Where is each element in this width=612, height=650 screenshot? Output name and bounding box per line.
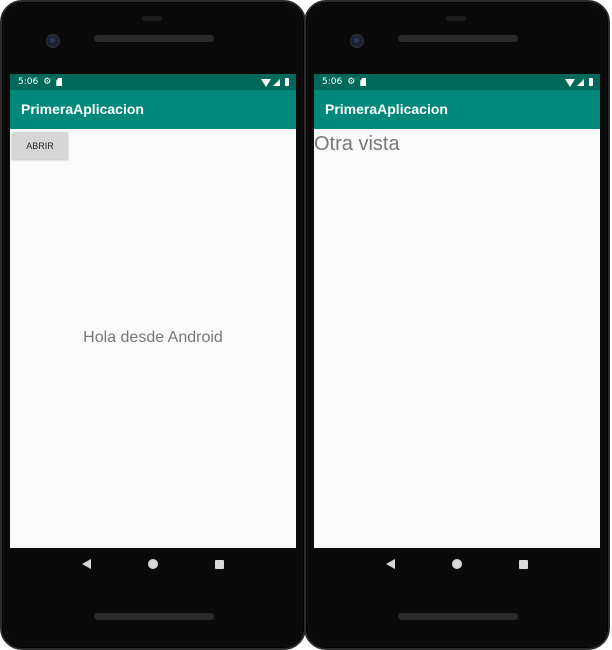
speaker-top xyxy=(398,35,518,42)
sd-card-icon xyxy=(56,78,63,86)
abrir-button[interactable]: ABRIR xyxy=(12,132,68,159)
camera-icon xyxy=(350,34,364,48)
screen: 5:06 ⚙ PrimeraAplicacion ABRIR Hola desd… xyxy=(10,74,296,548)
main-content: ABRIR Hola desde Android xyxy=(10,129,296,548)
app-bar-title: PrimeraAplicacion xyxy=(10,90,296,129)
status-time: 5:06 xyxy=(18,77,39,87)
app-bar-title: PrimeraAplicacion xyxy=(314,90,600,129)
screen: 5:06 ⚙ PrimeraAplicacion Otra vista xyxy=(314,74,600,548)
phone-right: 5:06 ⚙ PrimeraAplicacion Otra vista xyxy=(304,0,610,650)
back-icon[interactable] xyxy=(386,559,396,569)
home-icon[interactable] xyxy=(147,559,158,569)
speaker-bottom xyxy=(398,613,518,620)
home-icon[interactable] xyxy=(451,559,462,569)
recents-icon[interactable] xyxy=(518,559,528,569)
status-bar: 5:06 ⚙ xyxy=(10,74,296,90)
sd-card-icon xyxy=(360,78,367,86)
sensor xyxy=(446,16,466,21)
nav-bar xyxy=(314,548,600,580)
phone-left: 5:06 ⚙ PrimeraAplicacion ABRIR Hola desd… xyxy=(0,0,306,650)
camera-icon xyxy=(46,34,60,48)
speaker-top xyxy=(94,35,214,42)
signal-icon xyxy=(577,78,584,86)
speaker-bottom xyxy=(94,613,214,620)
otra-vista-text: Otra vista xyxy=(314,133,400,155)
battery-icon xyxy=(589,78,593,86)
gear-icon: ⚙ xyxy=(43,77,52,87)
back-icon[interactable] xyxy=(82,559,92,569)
signal-icon xyxy=(273,78,280,86)
status-time: 5:06 xyxy=(322,77,343,87)
status-bar: 5:06 ⚙ xyxy=(314,74,600,90)
recents-icon[interactable] xyxy=(214,559,224,569)
greeting-text: Hola desde Android xyxy=(83,329,223,346)
wifi-icon xyxy=(565,78,575,87)
gear-icon: ⚙ xyxy=(347,77,356,87)
main-content: Otra vista xyxy=(314,129,600,548)
nav-bar xyxy=(10,548,296,580)
sensor xyxy=(142,16,162,21)
wifi-icon xyxy=(261,78,271,87)
battery-icon xyxy=(285,78,289,86)
